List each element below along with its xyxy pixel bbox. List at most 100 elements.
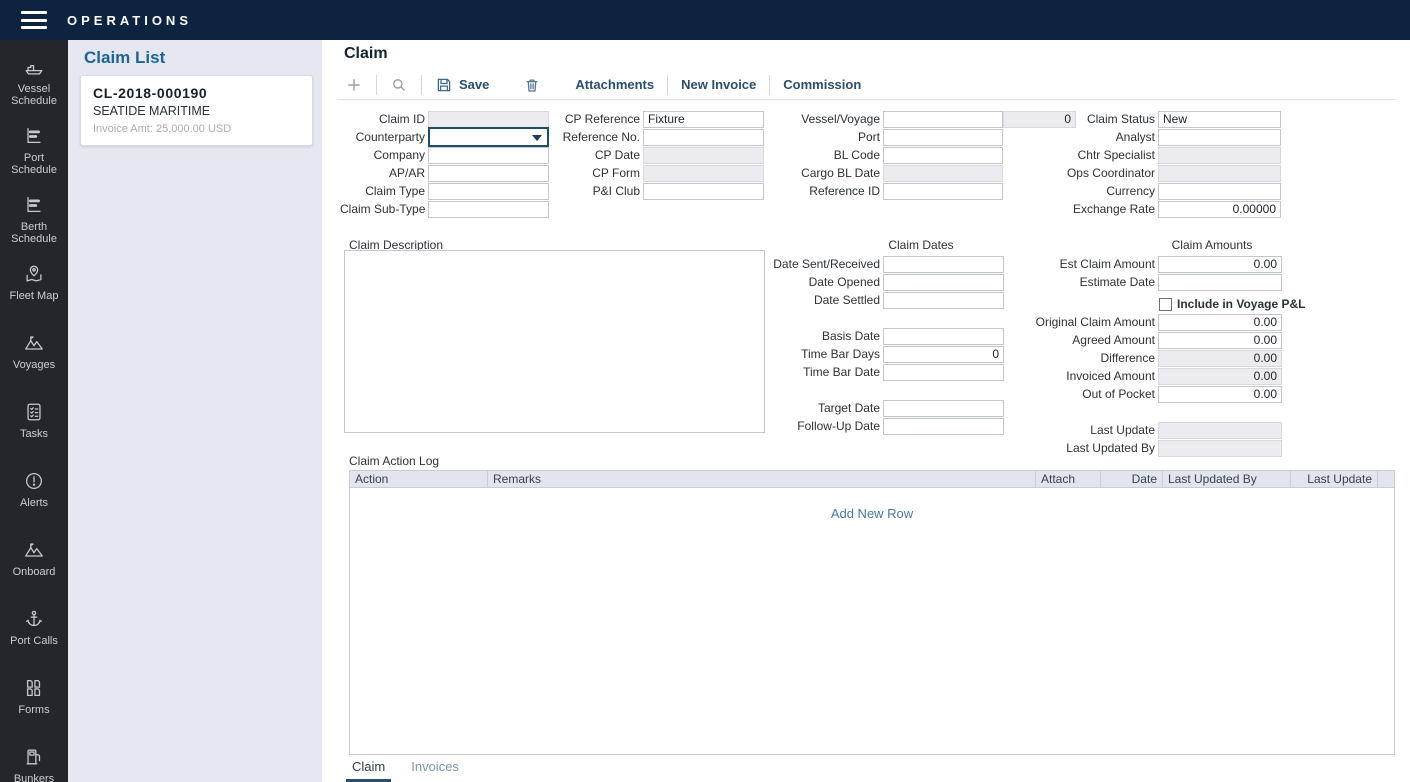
est-claim-amount-field[interactable]: [1158, 256, 1282, 273]
claim-dates-header: Claim Dates: [802, 238, 1040, 252]
last-updated-by-field: [1158, 440, 1282, 457]
invoiced-amount-field: [1158, 368, 1282, 385]
alert-circle-icon: [23, 470, 45, 492]
sidebar-item-bunkers[interactable]: Bunkers: [0, 746, 68, 782]
out-of-pocket-field[interactable]: [1158, 386, 1282, 403]
include-voyage-pl-checkbox[interactable]: [1159, 298, 1172, 311]
column-header-remarks[interactable]: Remarks: [488, 471, 1036, 487]
vessel-voyage-field[interactable]: [883, 111, 1003, 128]
attachments-button[interactable]: Attachments: [567, 72, 662, 98]
sidebar-item-berth-schedule[interactable]: Berth Schedule: [0, 194, 68, 263]
reference-id-field[interactable]: [883, 183, 1003, 200]
save-icon: [435, 76, 453, 94]
pi-club-field[interactable]: [643, 183, 764, 200]
app-title: OPERATIONS: [67, 13, 192, 28]
status-info-column: Claim Status Analyst Chtr Specialist Ops…: [1010, 110, 1281, 218]
est-claim-amount-label: Est Claim Amount: [1010, 257, 1155, 271]
claim-list-item[interactable]: CL-2018-000190 SEATIDE MARITIME Invoice …: [80, 75, 313, 146]
chtr-specialist-label: Chtr Specialist: [1010, 148, 1155, 162]
analyst-field[interactable]: [1158, 129, 1281, 146]
difference-field: [1158, 350, 1282, 367]
column-header-last-update[interactable]: Last Update: [1291, 471, 1378, 487]
follow-up-date-label: Follow-Up Date: [760, 419, 880, 433]
exchange-rate-field[interactable]: [1158, 201, 1281, 218]
sidebar-item-port-schedule[interactable]: Port Schedule: [0, 125, 68, 194]
agreed-amount-field[interactable]: [1158, 332, 1282, 349]
last-updated-by-label: Last Updated By: [1010, 441, 1155, 455]
time-bar-days-field[interactable]: [883, 346, 1004, 363]
bl-code-label: BL Code: [760, 148, 880, 162]
page-title: Claim: [344, 45, 388, 63]
cp-reference-field[interactable]: [643, 111, 764, 128]
claim-id-label: Claim ID: [340, 112, 425, 126]
port-label: Port: [760, 130, 880, 144]
ship-icon: [23, 56, 45, 78]
time-bar-date-field[interactable]: [883, 364, 1004, 381]
claim-action-log-table: Action Remarks Attach Date Last Updated …: [349, 470, 1395, 755]
sidebar-item-forms[interactable]: Forms: [0, 677, 68, 746]
include-voyage-pl-label: Include in Voyage P&L: [1177, 297, 1305, 311]
toolbar-divider: [667, 75, 668, 95]
ap-ar-label: AP/AR: [340, 166, 425, 180]
bl-code-field[interactable]: [883, 147, 1003, 164]
save-button[interactable]: Save: [427, 72, 497, 98]
company-label: Company: [340, 148, 425, 162]
sidebar-item-port-calls[interactable]: Port Calls: [0, 608, 68, 677]
claim-description-textarea[interactable]: [344, 250, 765, 433]
claim-sub-type-field[interactable]: [428, 201, 549, 218]
new-invoice-button[interactable]: New Invoice: [673, 72, 764, 98]
tab-claim[interactable]: Claim: [346, 757, 391, 782]
checklist-icon: [23, 401, 45, 423]
delete-button[interactable]: [515, 72, 549, 98]
sidebar-nav: Vessel Schedule Port Schedule Berth Sche…: [0, 40, 68, 782]
toolbar-divider: [421, 75, 422, 95]
original-claim-amount-label: Original Claim Amount: [1010, 315, 1155, 329]
date-opened-field[interactable]: [883, 274, 1004, 291]
last-update-label: Last Update: [1010, 423, 1155, 437]
claim-status-field[interactable]: [1158, 111, 1281, 128]
claim-sub-type-label: Claim Sub-Type: [340, 202, 425, 216]
estimate-date-label: Estimate Date: [1010, 275, 1155, 289]
tab-invoices[interactable]: Invoices: [405, 757, 465, 782]
invoiced-amount-label: Invoiced Amount: [1010, 369, 1155, 383]
follow-up-date-field[interactable]: [883, 418, 1004, 435]
sidebar-item-onboard[interactable]: Onboard: [0, 539, 68, 608]
sidebar-item-tasks[interactable]: Tasks: [0, 401, 68, 470]
reference-no-label: Reference No.: [530, 130, 640, 144]
operations-app: OPERATIONS Vessel Schedule Port Schedule…: [0, 0, 1410, 782]
estimate-date-field[interactable]: [1158, 274, 1282, 291]
ops-coordinator-label: Ops Coordinator: [1010, 166, 1155, 180]
date-settled-field[interactable]: [883, 292, 1004, 309]
top-bar: OPERATIONS: [0, 0, 1410, 40]
hamburger-menu-icon[interactable]: [21, 11, 47, 29]
commission-button[interactable]: Commission: [775, 72, 869, 98]
column-header-filler: [1378, 471, 1394, 487]
column-header-action[interactable]: Action: [350, 471, 488, 487]
out-of-pocket-label: Out of Pocket: [1010, 387, 1155, 401]
column-header-date[interactable]: Date: [1101, 471, 1163, 487]
date-opened-label: Date Opened: [760, 275, 880, 289]
reference-id-label: Reference ID: [760, 184, 880, 198]
add-button[interactable]: [337, 72, 371, 98]
add-new-row-link[interactable]: Add New Row: [350, 506, 1394, 521]
time-bar-date-label: Time Bar Date: [760, 365, 880, 379]
original-claim-amount-field[interactable]: [1158, 314, 1282, 331]
claim-action-log-header: Action Remarks Attach Date Last Updated …: [350, 471, 1394, 488]
sidebar-item-voyages[interactable]: Voyages: [0, 332, 68, 401]
basis-date-label: Basis Date: [760, 329, 880, 343]
column-header-last-updated-by[interactable]: Last Updated By: [1163, 471, 1291, 487]
map-pin-icon: [23, 263, 45, 285]
bottom-tab-bar: Claim Invoices: [346, 757, 465, 782]
target-date-field[interactable]: [883, 400, 1004, 417]
currency-field[interactable]: [1158, 183, 1281, 200]
basis-date-field[interactable]: [883, 328, 1004, 345]
reference-no-field[interactable]: [643, 129, 764, 146]
sidebar-item-vessel-schedule[interactable]: Vessel Schedule: [0, 56, 68, 125]
sidebar-item-alerts[interactable]: Alerts: [0, 470, 68, 539]
sidebar-item-fleet-map[interactable]: Fleet Map: [0, 263, 68, 332]
date-sent-received-field[interactable]: [883, 256, 1004, 273]
search-button[interactable]: [382, 72, 416, 98]
column-header-attach[interactable]: Attach: [1036, 471, 1101, 487]
port-field[interactable]: [883, 129, 1003, 146]
claim-card-id: CL-2018-000190: [93, 85, 300, 101]
